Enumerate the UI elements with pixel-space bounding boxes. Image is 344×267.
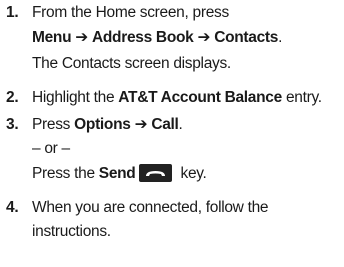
menu-path-item: Contacts bbox=[214, 29, 279, 46]
step-number: 1. bbox=[6, 4, 19, 21]
step-text: From the Home screen, press bbox=[32, 4, 229, 21]
menu-path: Menu ➔ Address Book ➔ Contacts. bbox=[32, 29, 282, 47]
arrow-glyph: ➔ bbox=[75, 29, 88, 46]
arrow-glyph: ➔ bbox=[197, 29, 211, 46]
or-separator: – or – bbox=[32, 140, 70, 157]
arrow-glyph: ➔ bbox=[134, 116, 148, 133]
step-number: 2. bbox=[6, 89, 19, 106]
send-key-icon bbox=[139, 164, 173, 182]
step-text: When you are connected, follow the bbox=[32, 199, 269, 216]
menu-path-item: Address Book bbox=[92, 29, 194, 46]
step-text: Press Options ➔ Call. bbox=[32, 116, 183, 134]
step-result: The Contacts screen displays. bbox=[32, 55, 231, 72]
step-text: Highlight the AT&T Account Balance entry… bbox=[32, 89, 322, 107]
text-run: key. bbox=[176, 165, 207, 182]
punctuation: . bbox=[178, 116, 183, 133]
menu-path-item: Menu bbox=[32, 29, 72, 46]
instruction-page: 1. From the Home screen, press Menu ➔ Ad… bbox=[0, 0, 344, 267]
text-run: entry. bbox=[281, 89, 322, 106]
step-number: 4. bbox=[6, 199, 19, 216]
punctuation: . bbox=[278, 29, 283, 46]
menu-path-item: Options bbox=[74, 116, 131, 133]
entry-name: AT&T Account Balance bbox=[118, 89, 282, 106]
text-run: Press bbox=[32, 116, 75, 133]
send-key-step: Press the Send key. bbox=[32, 164, 207, 183]
text-run: Press the bbox=[32, 165, 99, 182]
key-name: Send bbox=[98, 165, 136, 182]
step-text: instructions. bbox=[32, 223, 111, 240]
step-number: 3. bbox=[6, 116, 19, 133]
text-run: Highlight the bbox=[32, 89, 119, 106]
menu-path-item: Call bbox=[151, 116, 179, 133]
